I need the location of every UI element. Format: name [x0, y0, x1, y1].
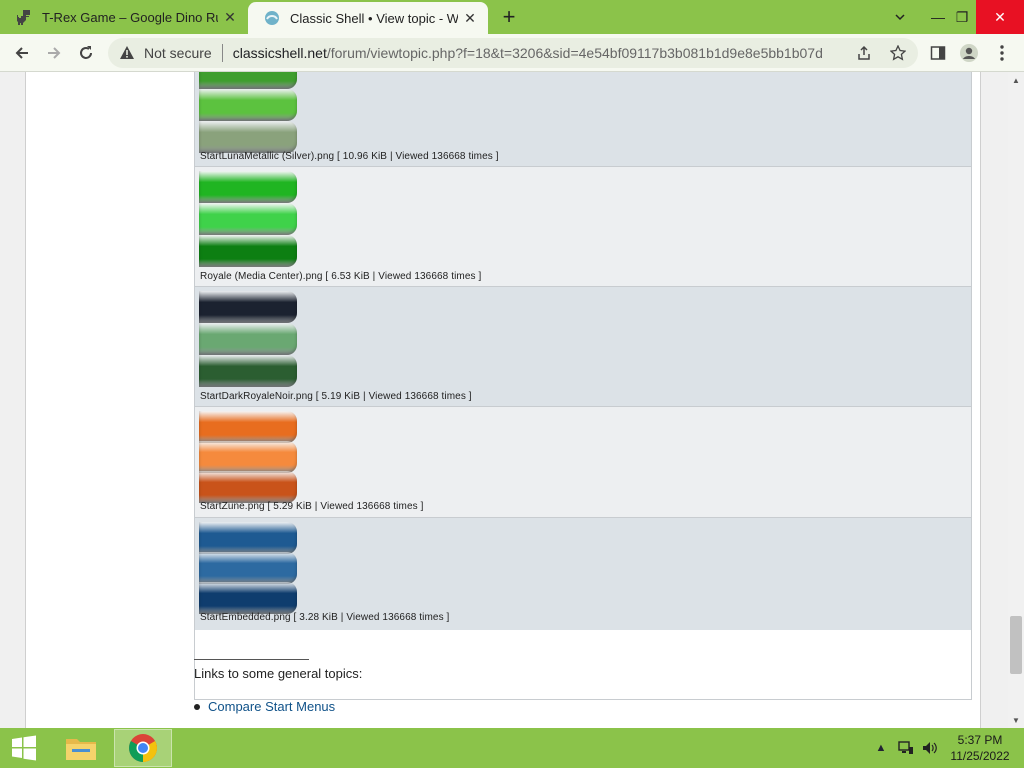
windows-logo-icon: [12, 735, 36, 761]
restore-button[interactable]: ❐: [944, 0, 980, 34]
folder-icon: [66, 739, 96, 760]
attachment-caption: StartLunaMetallic (Silver).png [ 10.96 K…: [200, 151, 499, 162]
warning-icon[interactable]: [118, 44, 136, 62]
attachment-item: Royale (Media Center).png [ 6.53 KiB | V…: [195, 167, 971, 287]
side-panel-icon[interactable]: [924, 39, 952, 67]
attachment-caption: StartZune.png [ 5.29 KiB | Viewed 136668…: [200, 501, 424, 512]
links-heading: Links to some general topics:: [194, 666, 363, 681]
forward-button[interactable]: [40, 39, 68, 67]
attachment-caption: StartEmbedded.png [ 3.28 KiB | Viewed 13…: [200, 612, 450, 623]
close-tab-icon[interactable]: ✕: [218, 5, 242, 29]
bookmark-star-icon[interactable]: [884, 38, 912, 68]
attachments-box: StartLunaMetallic (Silver).png [ 10.96 K…: [194, 72, 972, 700]
share-icon[interactable]: [850, 38, 878, 68]
attachment-item: StartEmbedded.png [ 3.28 KiB | Viewed 13…: [195, 518, 971, 630]
page-viewport: StartLunaMetallic (Silver).png [ 10.96 K…: [0, 72, 1008, 728]
browser-toolbar: Not secure classicshell.net/forum/viewto…: [0, 34, 1024, 72]
classic-shell-icon: [264, 10, 280, 26]
vertical-scrollbar[interactable]: ▲ ▼: [1008, 72, 1024, 728]
button-strip: [199, 121, 297, 153]
button-strip: [199, 522, 297, 554]
scrollbar-thumb[interactable]: [1010, 616, 1022, 674]
volume-icon[interactable]: [920, 728, 940, 768]
clock-time: 5:37 PM: [957, 733, 1003, 747]
tab-trex[interactable]: T-Rex Game – Google Dino Run ✕: [0, 0, 248, 34]
forward-arrow-icon: [48, 47, 61, 59]
dino-icon: [16, 9, 32, 25]
scroll-up-arrow-icon[interactable]: ▲: [1008, 72, 1024, 88]
tab-search-icon[interactable]: [882, 0, 918, 34]
tab-title: Classic Shell • View topic - Windows: [290, 10, 458, 26]
attachment-item: StartLunaMetallic (Silver).png [ 10.96 K…: [195, 72, 971, 167]
bullet: [194, 703, 200, 710]
clock-date: 11/25/2022: [950, 749, 1010, 763]
button-strip: [199, 582, 297, 614]
tab-title: T-Rex Game – Google Dino Run: [42, 9, 218, 25]
list-item: Compare Start Menus: [194, 699, 335, 714]
system-clock[interactable]: 5:37 PM 11/25/2022: [944, 732, 1016, 764]
button-strip: [199, 323, 297, 355]
address-bar[interactable]: Not secure classicshell.net/forum/viewto…: [108, 38, 918, 68]
attachment-item: StartZune.png [ 5.29 KiB | Viewed 136668…: [195, 407, 971, 518]
button-strip: [199, 552, 297, 584]
chrome-taskbar-button[interactable]: [114, 729, 172, 767]
tab-strip: T-Rex Game – Google Dino Run ✕ Classic S…: [0, 0, 1024, 34]
signature-divider: [194, 659, 309, 660]
attachment-item: StartDarkRoyaleNoir.png [ 5.19 KiB | Vie…: [195, 287, 971, 407]
url-host: classicshell.net: [232, 45, 327, 61]
reload-button[interactable]: [72, 39, 100, 67]
windows-start-button[interactable]: [0, 728, 48, 768]
url-path: /forum/viewtopic.php?f=18&t=3206&sid=4e5…: [326, 45, 823, 61]
button-strip: [199, 471, 297, 503]
button-strip: [199, 291, 297, 323]
button-strip: [199, 171, 297, 203]
profile-avatar-icon[interactable]: [955, 39, 983, 67]
close-window-button[interactable]: ✕: [976, 0, 1024, 34]
back-button[interactable]: [8, 39, 36, 67]
network-icon[interactable]: [896, 728, 916, 768]
address-divider: [221, 44, 223, 62]
button-strip: [199, 235, 297, 267]
button-strip: [199, 72, 297, 89]
button-strip: [199, 411, 297, 443]
chrome-icon: [129, 734, 157, 762]
back-arrow-icon: [15, 47, 28, 59]
button-strip: [199, 355, 297, 387]
compare-start-menus-link[interactable]: Compare Start Menus: [208, 699, 335, 714]
close-tab-icon[interactable]: ✕: [458, 6, 482, 30]
attachment-caption: Royale (Media Center).png [ 6.53 KiB | V…: [200, 271, 482, 282]
button-strip: [199, 203, 297, 235]
taskbar: ▲ 5:37 PM 11/25/2022: [0, 728, 1024, 768]
attachment-caption: StartDarkRoyaleNoir.png [ 5.19 KiB | Vie…: [200, 391, 472, 402]
scroll-down-arrow-icon[interactable]: ▼: [1008, 712, 1024, 728]
reload-icon: [80, 46, 92, 59]
show-hidden-icons-icon[interactable]: ▲: [874, 728, 888, 768]
file-explorer-button[interactable]: [52, 729, 110, 767]
new-tab-button[interactable]: +: [497, 5, 521, 29]
button-strip: [199, 89, 297, 121]
tab-classic-shell[interactable]: Classic Shell • View topic - Windows ✕: [248, 2, 488, 34]
button-strip: [199, 441, 297, 473]
menu-kebab-icon[interactable]: [988, 39, 1016, 67]
security-label: Not secure: [144, 45, 212, 61]
